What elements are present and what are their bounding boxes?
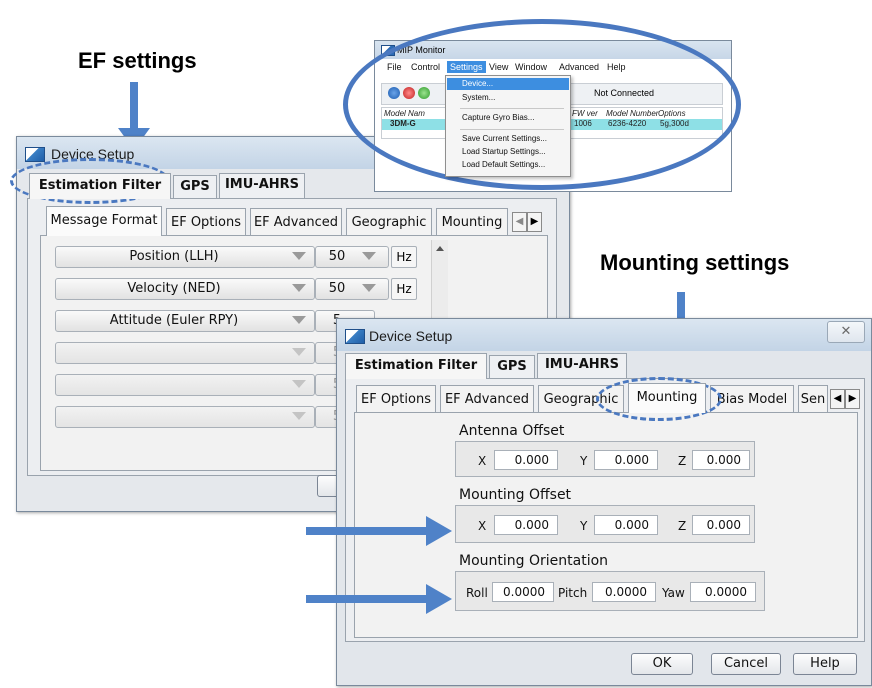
subtab-scroll-left-icon[interactable]: ◀ xyxy=(830,389,845,409)
antenna-x-label: X xyxy=(478,454,487,468)
chevron-down-icon xyxy=(292,380,306,388)
ef-message-row[interactable]: Position (LLH) xyxy=(55,246,315,268)
antenna-offset-group: X 0.000 Y 0.000 Z 0.000 xyxy=(455,441,755,477)
ef-settings-caption: EF settings xyxy=(78,48,197,73)
ef-rate-unit: Hz xyxy=(391,246,417,268)
antenna-y-input[interactable]: 0.000 xyxy=(594,450,658,470)
ef-rate-select[interactable]: 50 xyxy=(315,246,389,268)
ef-message-row-empty[interactable] xyxy=(55,374,315,396)
tab-estimation-filter[interactable]: Estimation Filter xyxy=(345,353,487,379)
tab-gps[interactable]: GPS xyxy=(173,175,217,199)
close-icon[interactable]: ✕ xyxy=(827,321,865,343)
yaw-input[interactable]: 0.0000 xyxy=(690,582,756,602)
antenna-y-label: Y xyxy=(580,454,588,468)
ef-message-row-empty[interactable] xyxy=(55,406,315,428)
ef-message-label: Attitude (Euler RPY) xyxy=(109,313,239,328)
mounting-orientation-arrowhead xyxy=(426,584,452,614)
subtab-ef-advanced[interactable]: EF Advanced xyxy=(440,385,534,413)
ef-message-row[interactable]: Velocity (NED) xyxy=(55,278,315,300)
mounting-orientation-group: Roll 0.0000 Pitch 0.0000 Yaw 0.0000 xyxy=(455,571,765,611)
menu-divider xyxy=(460,129,564,130)
menu-item-load-default[interactable]: Load Default Settings... xyxy=(462,160,545,169)
subtab-bias-model[interactable]: Bias Model xyxy=(710,385,794,413)
tab-estimation-filter[interactable]: Estimation Filter xyxy=(29,173,171,199)
mounting-settings-caption: Mounting settings xyxy=(600,250,790,275)
chevron-down-icon xyxy=(292,252,306,260)
ef-rate-select[interactable]: 50 xyxy=(315,278,389,300)
menu-item-device[interactable]: Device... xyxy=(462,79,493,88)
ef-message-label: Velocity (NED) xyxy=(127,281,221,296)
subtab-scroll-left-icon[interactable]: ◀ xyxy=(512,212,527,232)
chevron-down-icon xyxy=(292,316,306,324)
antenna-z-input[interactable]: 0.000 xyxy=(692,450,750,470)
menu-item-save-current[interactable]: Save Current Settings... xyxy=(462,134,547,143)
subtab-mounting[interactable]: Mounting xyxy=(628,383,706,413)
mounting-device-setup-window: Device Setup ✕ Estimation Filter GPS IMU… xyxy=(336,318,872,686)
mounting-offset-group: X 0.000 Y 0.000 Z 0.000 xyxy=(455,505,755,543)
subtab-mounting[interactable]: Mounting xyxy=(436,208,508,236)
settings-dropdown-menu: Device... System... Capture Gyro Bias...… xyxy=(445,75,571,177)
chevron-down-icon xyxy=(292,412,306,420)
chevron-down-icon xyxy=(292,284,306,292)
cancel-button[interactable]: Cancel xyxy=(711,653,781,675)
ef-message-label: Position (LLH) xyxy=(129,249,219,264)
mount-z-label: Z xyxy=(678,519,687,533)
menu-item-capture-gyro-bias[interactable]: Capture Gyro Bias... xyxy=(462,113,534,122)
mount-x-label: X xyxy=(478,519,487,533)
yaw-label: Yaw xyxy=(662,586,685,600)
chevron-down-icon xyxy=(362,284,376,292)
subtab-message-format[interactable]: Message Format xyxy=(46,206,162,236)
subtab-scroll-right-icon[interactable]: ▶ xyxy=(845,389,860,409)
pitch-label: Pitch xyxy=(558,586,588,600)
pitch-input[interactable]: 0.0000 xyxy=(592,582,656,602)
device-setup-icon xyxy=(25,147,45,162)
menu-divider xyxy=(460,108,564,109)
subtab-sensor-partial[interactable]: Sen xyxy=(798,385,828,413)
subtab-ef-options[interactable]: EF Options xyxy=(166,208,246,236)
ef-rate-value: 50 xyxy=(328,281,346,296)
subtab-geographic[interactable]: Geographic xyxy=(346,208,432,236)
mount-window-title: Device Setup xyxy=(369,328,453,344)
subtab-ef-advanced[interactable]: EF Advanced xyxy=(250,208,342,236)
ef-rate-value: 50 xyxy=(328,249,346,264)
scroll-up-icon[interactable] xyxy=(436,246,444,251)
mounting-offset-arrowhead xyxy=(426,516,452,546)
ef-message-row-empty[interactable] xyxy=(55,342,315,364)
antenna-offset-title: Antenna Offset xyxy=(459,423,565,439)
ef-message-row[interactable]: Attitude (Euler RPY) xyxy=(55,310,315,332)
antenna-z-label: Z xyxy=(678,454,687,468)
ok-button[interactable]: OK xyxy=(631,653,693,675)
subtab-ef-options[interactable]: EF Options xyxy=(356,385,436,413)
roll-label: Roll xyxy=(466,586,488,600)
mount-window-titlebar: Device Setup ✕ xyxy=(337,319,871,351)
mounting-orientation-arrow xyxy=(306,595,428,603)
mount-y-input[interactable]: 0.000 xyxy=(594,515,658,535)
device-setup-icon xyxy=(345,329,365,344)
mount-x-input[interactable]: 0.000 xyxy=(494,515,558,535)
mounting-orientation-title: Mounting Orientation xyxy=(459,553,609,569)
chevron-down-icon xyxy=(292,348,306,356)
mount-z-input[interactable]: 0.000 xyxy=(692,515,750,535)
menu-item-system[interactable]: System... xyxy=(462,93,495,102)
tab-gps[interactable]: GPS xyxy=(489,355,535,379)
subtab-scroll-right-icon[interactable]: ▶ xyxy=(527,212,542,232)
roll-input[interactable]: 0.0000 xyxy=(492,582,554,602)
help-button[interactable]: Help xyxy=(793,653,857,675)
antenna-x-input[interactable]: 0.000 xyxy=(494,450,558,470)
ef-rate-unit: Hz xyxy=(391,278,417,300)
tab-imu-ahrs[interactable]: IMU-AHRS xyxy=(537,353,627,379)
menu-item-load-startup[interactable]: Load Startup Settings... xyxy=(462,147,546,156)
mounting-offset-title: Mounting Offset xyxy=(459,487,572,503)
mounting-offset-arrow xyxy=(306,527,428,535)
chevron-down-icon xyxy=(362,252,376,260)
tab-imu-ahrs[interactable]: IMU-AHRS xyxy=(219,173,305,199)
ef-settings-arrow xyxy=(130,82,138,130)
mount-y-label: Y xyxy=(580,519,588,533)
